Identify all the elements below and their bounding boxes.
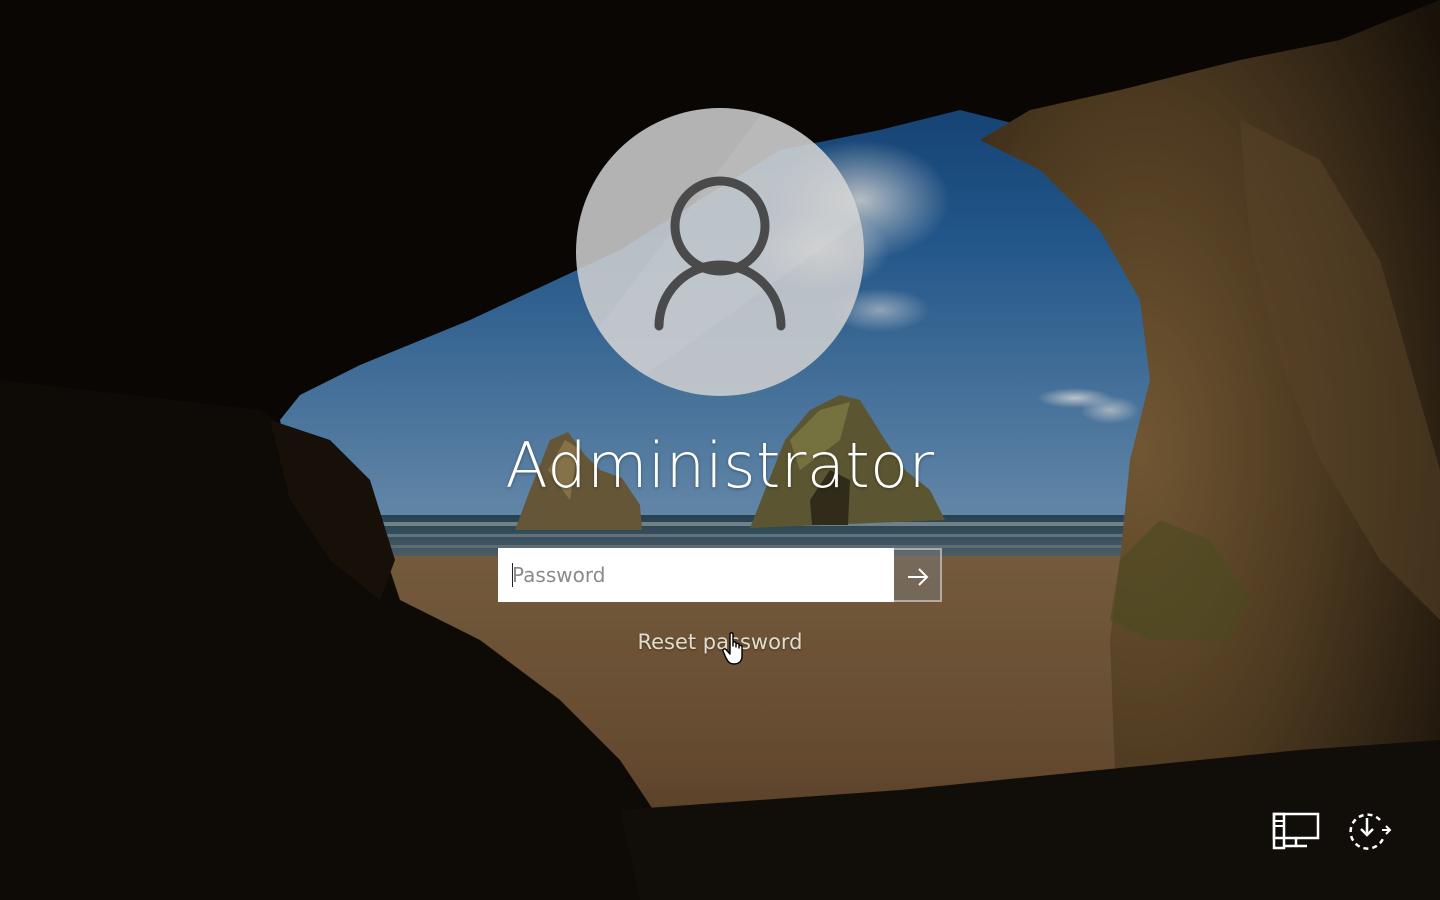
password-input[interactable] (498, 548, 894, 602)
reset-password-link[interactable]: Reset password (560, 626, 880, 658)
username-label: Administrator (505, 429, 935, 502)
network-icon (1272, 812, 1320, 850)
network-button[interactable] (1268, 808, 1324, 858)
arrow-right-icon (908, 568, 929, 586)
user-icon (654, 176, 786, 331)
lock-screen: Administrator Reset password (0, 0, 1440, 900)
text-caret (512, 563, 513, 587)
submit-button[interactable] (894, 548, 942, 602)
power-button[interactable] (1340, 806, 1396, 860)
power-icon (1349, 813, 1392, 850)
password-row (498, 548, 942, 602)
user-avatar (576, 108, 864, 396)
